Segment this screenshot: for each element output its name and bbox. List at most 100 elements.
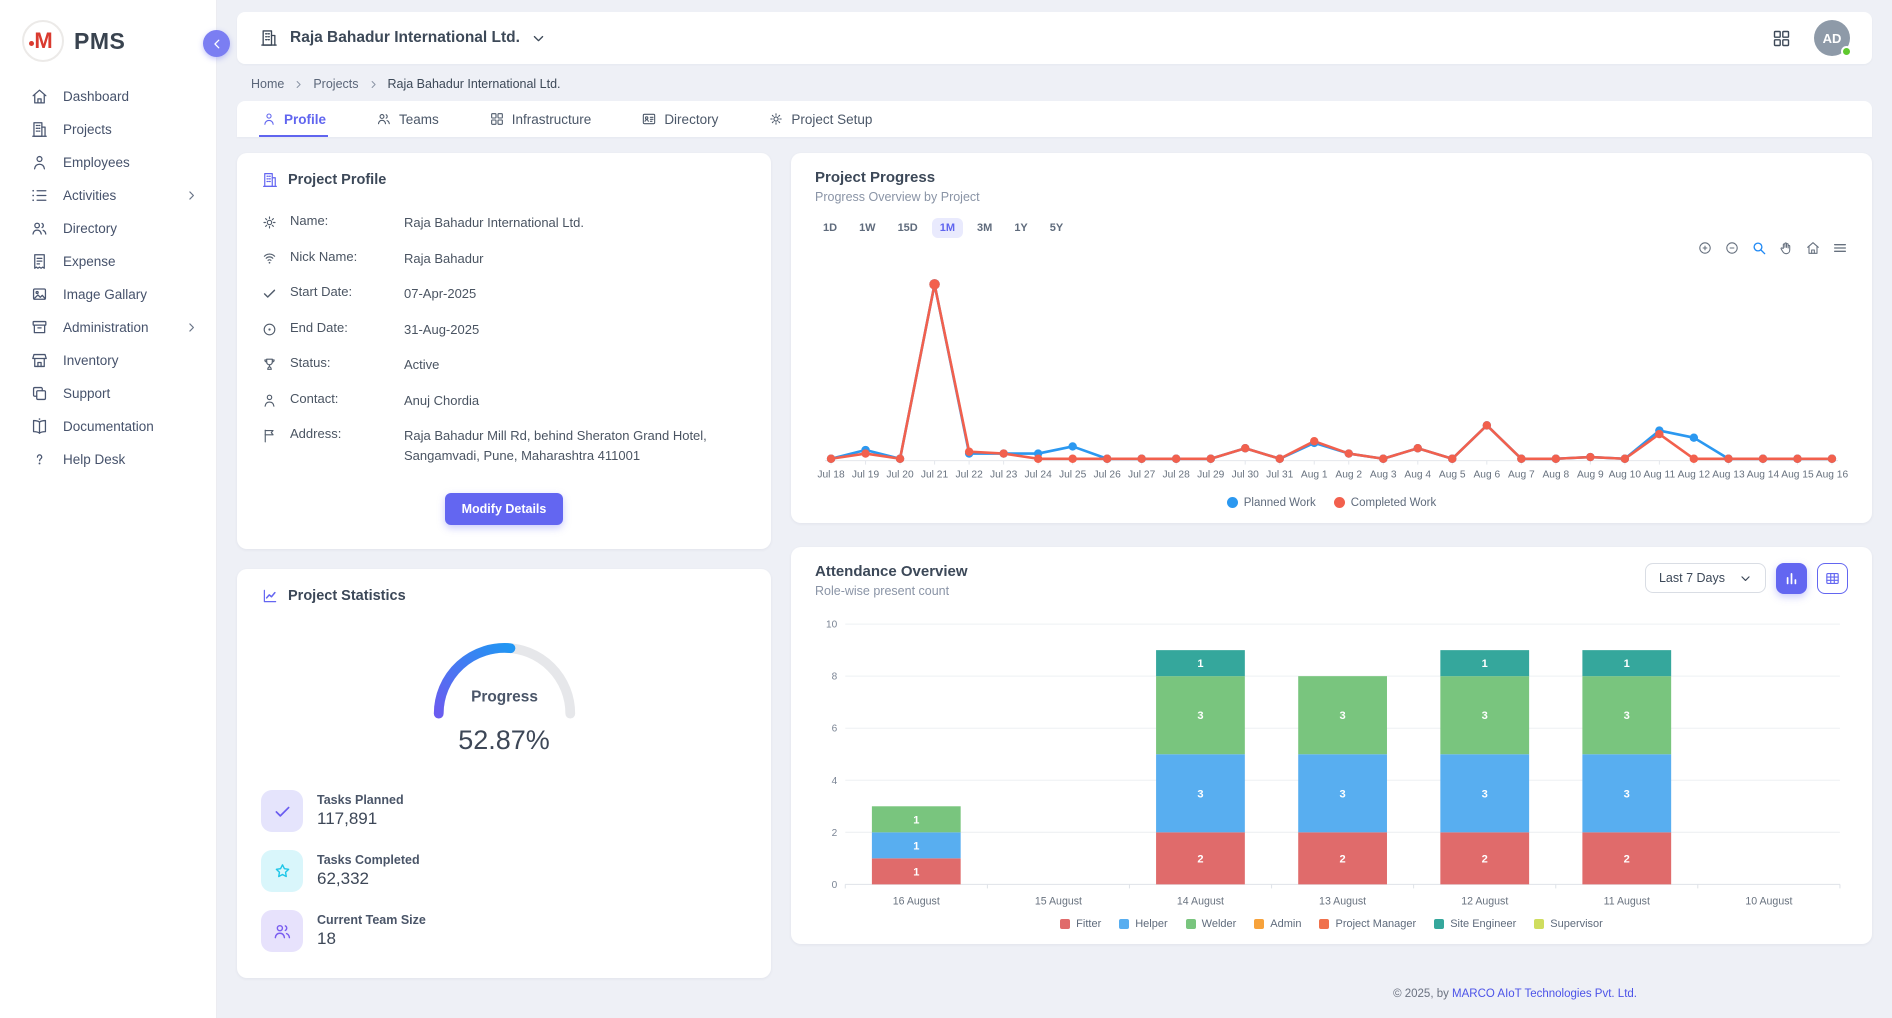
profile-field-name: Name:Raja Bahadur International Ltd. [261, 205, 747, 241]
project-progress-card: Project Progress Progress Overview by Pr… [791, 153, 1872, 523]
sidebar-item-label: Help Desk [63, 452, 198, 467]
app-root: M PMS DashboardProjectsEmployeesActiviti… [0, 0, 1892, 1018]
range-1m[interactable]: 1M [932, 218, 963, 238]
zoom-in-icon[interactable] [1697, 240, 1713, 256]
svg-text:16 August: 16 August [893, 895, 940, 907]
svg-text:Aug 1: Aug 1 [1301, 470, 1328, 481]
home-icon[interactable] [1805, 240, 1821, 256]
sidebar-item-projects[interactable]: Projects [0, 113, 216, 146]
svg-text:Aug 15: Aug 15 [1781, 470, 1814, 481]
svg-text:Jul 20: Jul 20 [886, 470, 914, 481]
menu-icon[interactable] [1832, 240, 1848, 256]
legend-site-engineer[interactable]: Site Engineer [1434, 918, 1516, 930]
modify-details-button[interactable]: Modify Details [445, 493, 564, 525]
sidebar-item-inventory[interactable]: Inventory [0, 344, 216, 377]
svg-text:Aug 7: Aug 7 [1508, 470, 1535, 481]
stat-item-tasks-completed: Tasks Completed62,332 [261, 850, 747, 892]
progress-card-title: Project Progress [815, 169, 1848, 186]
sidebar-item-documentation[interactable]: Documentation [0, 410, 216, 443]
svg-text:4: 4 [832, 775, 838, 786]
building-badge-icon [261, 171, 279, 189]
chevron-right-icon [210, 37, 224, 51]
right-column: Project Progress Progress Overview by Pr… [791, 153, 1872, 944]
profile-field-start-date: Start Date:07-Apr-2025 [261, 276, 747, 312]
progress-line-chart: Jul 18Jul 19Jul 20Jul 21Jul 22Jul 23Jul … [815, 264, 1848, 493]
range-1y[interactable]: 1Y [1006, 218, 1035, 238]
user-avatar[interactable]: AD [1814, 20, 1850, 56]
receipt-icon [30, 252, 49, 271]
svg-text:Aug 12: Aug 12 [1678, 470, 1711, 481]
archive-icon [30, 318, 49, 337]
tab-teams[interactable]: Teams [374, 101, 441, 137]
profile-field-contact: Contact:Anuj Chordia [261, 383, 747, 419]
profile-card-title: Project Profile [261, 171, 747, 189]
zoom-out-icon[interactable] [1724, 240, 1740, 256]
sidebar-item-directory[interactable]: Directory [0, 212, 216, 245]
breadcrumb-item-projects[interactable]: Projects [313, 77, 358, 91]
tab-directory[interactable]: Directory [639, 101, 720, 137]
range-3m[interactable]: 3M [969, 218, 1000, 238]
field-value: Anuj Chordia [404, 391, 747, 411]
sidebar-item-label: Projects [63, 122, 198, 137]
attendance-range-select[interactable]: Last 7 Days [1645, 563, 1766, 593]
tab-infrastructure[interactable]: Infrastructure [487, 101, 594, 137]
legend-supervisor[interactable]: Supervisor [1534, 918, 1603, 930]
legend-project-manager[interactable]: Project Manager [1319, 918, 1416, 930]
gear-icon [261, 214, 278, 231]
sidebar-item-expense[interactable]: Expense [0, 245, 216, 278]
gauge-value: 52.87% [261, 725, 747, 756]
tab-project-setup[interactable]: Project Setup [766, 101, 874, 137]
svg-text:15 August: 15 August [1035, 895, 1082, 907]
progress-card-subtitle: Progress Overview by Project [815, 190, 1848, 204]
field-value: 31-Aug-2025 [404, 320, 747, 340]
sidebar-item-administration[interactable]: Administration [0, 311, 216, 344]
footer-company-link[interactable]: MARCO AIoT Technologies Pvt. Ltd. [1452, 988, 1637, 1000]
magnifier-icon[interactable] [1751, 240, 1767, 256]
svg-text:10: 10 [826, 619, 838, 630]
breadcrumb: HomeProjectsRaja Bahadur International L… [237, 64, 1872, 101]
stat-item-tasks-planned: Tasks Planned117,891 [261, 790, 747, 832]
tab-profile[interactable]: Profile [259, 101, 328, 137]
sidebar-item-label: Image Gallary [63, 287, 198, 302]
chevron-right-icon [368, 79, 379, 90]
sidebar-collapse-button[interactable] [203, 30, 230, 57]
pan-icon[interactable] [1778, 240, 1794, 256]
sidebar-nav: Dashboard Projects EmployeesActivitiesDire… [0, 80, 216, 476]
sidebar-item-activities[interactable]: Activities [0, 179, 216, 212]
range-5y[interactable]: 5Y [1042, 218, 1071, 238]
legend-fitter[interactable]: Fitter [1060, 918, 1101, 930]
apps-grid-icon[interactable] [1771, 28, 1792, 49]
range-1d[interactable]: 1D [815, 218, 845, 238]
sidebar-item-help-desk[interactable]: Help Desk [0, 443, 216, 476]
sidebar-item-dashboard[interactable]: Dashboard [0, 80, 216, 113]
grid-icon [489, 111, 505, 127]
sidebar-item-image-gallary[interactable]: Image Gallary [0, 278, 216, 311]
svg-text:3: 3 [1340, 710, 1346, 722]
stat-value: 117,891 [317, 809, 404, 829]
svg-text:Aug 3: Aug 3 [1370, 470, 1397, 481]
sidebar-item-support[interactable]: Support [0, 377, 216, 410]
company-name: Raja Bahadur International Ltd. [290, 29, 520, 47]
legend-planned-work[interactable]: Planned Work [1227, 497, 1316, 509]
legend-completed-work[interactable]: Completed Work [1334, 497, 1436, 509]
sidebar-item-label: Inventory [63, 353, 198, 368]
sidebar-item-employees[interactable]: Employees [0, 146, 216, 179]
content: Project Profile Name:Raja Bahadur Intern… [237, 153, 1872, 978]
svg-text:2: 2 [832, 827, 838, 838]
people-icon [30, 219, 49, 238]
attendance-card-subtitle: Role-wise present count [815, 584, 968, 598]
table-view-button[interactable] [1817, 563, 1848, 594]
tab-bar: Profile Teams Infrastructure Directory Proje… [237, 101, 1872, 137]
statistics-card-title: Project Statistics [261, 587, 747, 605]
svg-text:2: 2 [1340, 853, 1346, 865]
legend-admin[interactable]: Admin [1254, 918, 1301, 930]
legend-helper[interactable]: Helper [1119, 918, 1167, 930]
range-15d[interactable]: 15D [890, 218, 926, 238]
company-selector[interactable]: Raja Bahadur International Ltd. [259, 28, 546, 48]
svg-text:Aug 4: Aug 4 [1404, 470, 1431, 481]
bar-view-button[interactable] [1776, 563, 1807, 594]
project-profile-card: Project Profile Name:Raja Bahadur Intern… [237, 153, 771, 549]
legend-welder[interactable]: Welder [1186, 918, 1237, 930]
breadcrumb-item-home[interactable]: Home [251, 77, 284, 91]
range-1w[interactable]: 1W [851, 218, 884, 238]
